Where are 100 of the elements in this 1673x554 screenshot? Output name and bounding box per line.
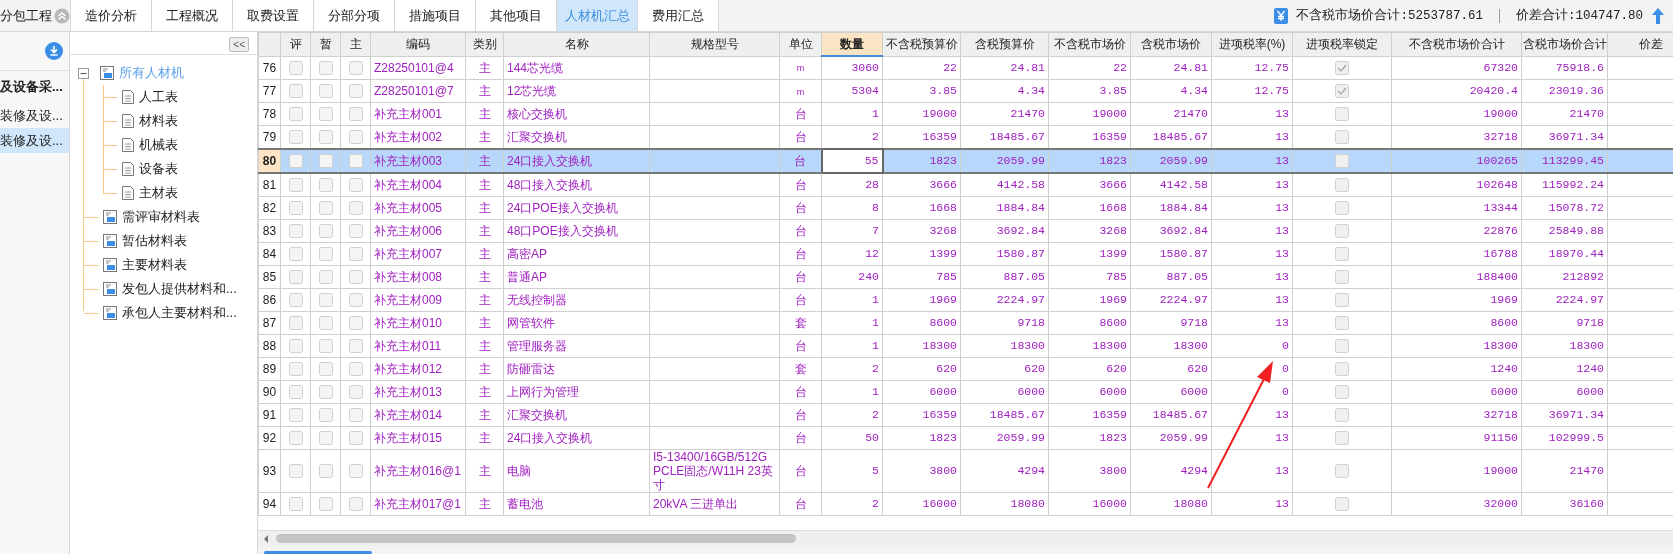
checkbox[interactable] bbox=[1335, 339, 1349, 353]
checkbox[interactable] bbox=[348, 270, 363, 284]
checkbox[interactable] bbox=[288, 84, 303, 98]
tree-item[interactable]: 暂估材料表 bbox=[122, 232, 187, 250]
table-row[interactable]: 76 Z28250101@4 主 144芯光缆 m 3060 22 24.81 22 24.81 12.75 67320 75918.6 bbox=[258, 56, 1673, 80]
checkbox[interactable] bbox=[288, 154, 303, 168]
checkbox[interactable] bbox=[1335, 408, 1349, 422]
tree-item[interactable]: 人工表 bbox=[139, 88, 178, 106]
column-header[interactable]: 进项税率(%) bbox=[1211, 32, 1293, 56]
checkbox[interactable] bbox=[1335, 178, 1349, 192]
checkbox[interactable] bbox=[288, 316, 303, 330]
checkbox[interactable] bbox=[318, 464, 333, 478]
table-row[interactable]: 77 Z28250101@7 主 12芯光缆 m 5304 3.85 4.34 3.85 4.34 12.75 20420.4 23019.36 bbox=[258, 79, 1673, 103]
checkbox[interactable] bbox=[348, 201, 363, 215]
checkbox[interactable] bbox=[288, 497, 303, 511]
scroll-left-icon[interactable] bbox=[262, 533, 270, 544]
tree-item[interactable]: 机械表 bbox=[139, 136, 178, 154]
checkbox[interactable] bbox=[318, 130, 333, 144]
checkbox[interactable] bbox=[348, 316, 363, 330]
checkbox[interactable] bbox=[348, 84, 363, 98]
checkbox[interactable] bbox=[318, 408, 333, 422]
checkbox[interactable] bbox=[318, 107, 333, 121]
tree-item[interactable]: 发包人提供材料和... bbox=[122, 280, 237, 298]
checkbox[interactable] bbox=[1335, 270, 1349, 284]
up-arrow-icon[interactable] bbox=[1651, 6, 1665, 25]
column-header[interactable]: 进项税率锁定 bbox=[1292, 32, 1392, 56]
column-header[interactable]: 评 bbox=[280, 32, 311, 56]
table-row[interactable]: 93 补充主材016@1 主 电脑 I5-13400/16GB/512G PCLE固态/W11H 23英寸 台 5 3800 4294 3800 4294 13 19000 21470 bbox=[258, 449, 1673, 493]
column-header[interactable]: 价差 bbox=[1607, 32, 1673, 56]
tab[interactable]: 其他项目 bbox=[476, 0, 557, 31]
tree-item[interactable]: 承包人主要材料和... bbox=[122, 304, 237, 322]
checkbox[interactable] bbox=[288, 339, 303, 353]
horizontal-scrollbar[interactable] bbox=[258, 530, 1673, 546]
checkbox[interactable] bbox=[348, 293, 363, 307]
checkbox[interactable] bbox=[348, 224, 363, 238]
table-row[interactable]: 86 补充主材009 主 无线控制器 台 1 1969 2224.97 1969 2224.97 13 1969 2224.97 bbox=[258, 288, 1673, 312]
column-header[interactable]: 名称 bbox=[503, 32, 650, 56]
checkbox[interactable] bbox=[1335, 497, 1349, 511]
column-header[interactable]: 含税市场价 bbox=[1130, 32, 1212, 56]
column-header[interactable]: 不含税市场价合计 bbox=[1391, 32, 1522, 56]
checkbox[interactable] bbox=[318, 316, 333, 330]
checkbox[interactable] bbox=[348, 497, 363, 511]
checkbox[interactable] bbox=[288, 431, 303, 445]
checkbox[interactable] bbox=[1335, 247, 1349, 261]
checkbox[interactable] bbox=[318, 293, 333, 307]
checkbox[interactable] bbox=[288, 130, 303, 144]
table-row[interactable]: 81 补充主材004 主 48口接入交换机 台 28 3666 4142.58 3666 4142.58 13 102648 115992.24 bbox=[258, 173, 1673, 197]
tab[interactable]: 造价分析 bbox=[71, 0, 152, 31]
column-header[interactable]: 暂 bbox=[310, 32, 341, 56]
tree-item[interactable]: 需评审材料表 bbox=[122, 208, 200, 226]
checkbox[interactable] bbox=[348, 178, 363, 192]
table-row[interactable]: 90 补充主材013 主 上网行为管理 台 1 6000 6000 6000 6000 0 6000 6000 bbox=[258, 380, 1673, 404]
checkbox[interactable] bbox=[1335, 385, 1349, 399]
collapse-icon[interactable] bbox=[54, 7, 70, 24]
table-row[interactable]: 85 补充主材008 主 普通AP 台 240 785 887.05 785 887.05 13 188400 212892 bbox=[258, 265, 1673, 289]
column-header[interactable]: 类别 bbox=[465, 32, 504, 56]
table-row[interactable]: 89 补充主材012 主 防砸雷达 套 2 620 620 620 620 0 1240 1240 bbox=[258, 357, 1673, 381]
checkbox[interactable] bbox=[288, 385, 303, 399]
checkbox[interactable] bbox=[318, 154, 333, 168]
checkbox[interactable] bbox=[1335, 154, 1349, 168]
table-row[interactable]: 84 补充主材007 主 高密AP 台 12 1399 1580.87 1399 1580.87 13 16788 18970.44 bbox=[258, 242, 1673, 266]
checkbox[interactable] bbox=[318, 178, 333, 192]
column-header[interactable]: 规格型号 bbox=[649, 32, 780, 56]
checkbox[interactable] bbox=[348, 107, 363, 121]
table-row[interactable]: 82 补充主材005 主 24口POE接入交换机 台 8 1668 1884.84 1668 1884.84 13 13344 15078.72 bbox=[258, 196, 1673, 220]
column-header[interactable]: 数量 bbox=[821, 32, 883, 56]
table-row[interactable]: 94 补充主材017@1 主 蓄电池 20kVA 三进单出 台 2 16000 18080 16000 18080 13 32000 36160 bbox=[258, 492, 1673, 516]
checkbox[interactable] bbox=[318, 339, 333, 353]
tree-item[interactable]: 主材表 bbox=[139, 184, 178, 202]
checkbox[interactable] bbox=[1335, 464, 1349, 478]
column-header[interactable]: 编码 bbox=[370, 32, 466, 56]
column-header[interactable]: 主 bbox=[340, 32, 371, 56]
checkbox[interactable] bbox=[288, 362, 303, 376]
checkbox[interactable] bbox=[318, 60, 333, 75]
checkbox[interactable] bbox=[1335, 201, 1349, 215]
download-icon[interactable] bbox=[45, 42, 63, 60]
checkbox[interactable] bbox=[288, 107, 303, 121]
checkbox[interactable] bbox=[318, 247, 333, 261]
table-row[interactable]: 91 补充主材014 主 汇聚交换机 台 2 16359 18485.67 16359 18485.67 13 32718 36971.34 bbox=[258, 403, 1673, 427]
checkbox[interactable] bbox=[318, 385, 333, 399]
tree-item[interactable]: 材料表 bbox=[139, 112, 178, 130]
checkbox[interactable] bbox=[318, 270, 333, 284]
checkbox[interactable] bbox=[348, 130, 363, 144]
table-row[interactable]: 92 补充主材015 主 24口接入交换机 台 50 1823 2059.99 1823 2059.99 13 91150 102999.5 bbox=[258, 426, 1673, 450]
column-header[interactable]: 不含税市场价 bbox=[1048, 32, 1131, 56]
checkbox[interactable] bbox=[1335, 107, 1349, 121]
sheet-tab-bar[interactable] bbox=[264, 551, 372, 554]
checkbox[interactable] bbox=[348, 464, 363, 478]
checkbox[interactable] bbox=[288, 270, 303, 284]
checkbox[interactable] bbox=[318, 362, 333, 376]
column-header[interactable]: 不含税预算价 bbox=[882, 32, 961, 56]
tree-item[interactable]: 设备表 bbox=[139, 160, 178, 178]
column-header[interactable]: 含税市场价合计 bbox=[1521, 32, 1608, 56]
table-row[interactable]: 83 补充主材006 主 48口POE接入交换机 台 7 3268 3692.84 3268 3692.84 13 22876 25849.88 bbox=[258, 219, 1673, 243]
tree-item[interactable]: 主要材料表 bbox=[122, 256, 187, 274]
checkbox[interactable] bbox=[288, 408, 303, 422]
checkbox[interactable] bbox=[288, 293, 303, 307]
table-row[interactable]: 88 补充主材011 主 管理服务器 台 1 18300 18300 18300 18300 0 18300 18300 bbox=[258, 334, 1673, 358]
column-header[interactable]: 含税预算价 bbox=[960, 32, 1049, 56]
checkbox[interactable] bbox=[1335, 431, 1349, 445]
